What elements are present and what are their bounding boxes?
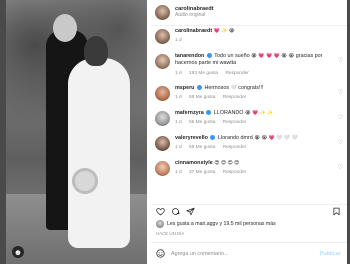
avatar[interactable] <box>155 5 170 20</box>
comment-text: tanarendon Todo un sueño 😭 💗 💗 💗 😭 😭 gra… <box>175 53 337 68</box>
post-audio[interactable]: Audio original <box>175 12 214 19</box>
comment-icon[interactable] <box>171 207 180 216</box>
comment-time: 1 d <box>175 119 182 125</box>
verified-badge-icon <box>206 53 212 59</box>
comment-emojis: 😭 💗 ✨ ✨ <box>244 109 274 116</box>
comment-item: cinnamonstyle 😍 😍 😍 😍 1 d 37 Me gusta Re… <box>155 160 347 176</box>
comment-body: valeryrevello Llorando dmrd 😭 😭 💗 🤍 🤍 🤍 … <box>175 135 337 150</box>
comment-text: carolinabraedt 💗 ✨ 😭 <box>175 28 337 35</box>
reply-button[interactable]: Responder <box>223 145 246 150</box>
comment-meta: 1 d 193 Me gusta Responder <box>175 71 337 76</box>
heart-icon[interactable]: ♡ <box>338 89 343 96</box>
comment-time: 1 d <box>175 70 182 76</box>
avatar[interactable] <box>155 160 170 176</box>
avatar[interactable] <box>155 135 170 151</box>
comment-username[interactable]: cinnamonstyle <box>175 160 213 166</box>
add-comment-bar: Publicar <box>151 242 347 264</box>
comment-content-2: congrats!!! <box>238 84 264 91</box>
comment-emojis: 😍 😍 😍 😍 <box>214 159 240 166</box>
heart-icon[interactable]: ♡ <box>338 164 343 171</box>
comment-text: mafernzyra LLORANDO 😭 💗 ✨ ✨ <box>175 110 337 117</box>
post-header-text: carolinabraedt Audio original <box>175 6 214 18</box>
comment-emojis: 😭 😭 💗 🤍 🤍 🤍 <box>254 134 298 141</box>
reply-button[interactable]: Responder <box>223 170 246 175</box>
comment-body: cinnamonstyle 😍 😍 😍 😍 1 d 37 Me gusta Re… <box>175 160 337 175</box>
avatar[interactable] <box>155 54 170 69</box>
post-details-panel: carolinabraedt Audio original carolinabr… <box>151 0 347 264</box>
comment-time: 1 d <box>175 144 182 150</box>
reply-button[interactable]: Responder <box>223 95 246 100</box>
comment-text: msperu Hermosos 🤍 congrats!!! <box>175 85 337 92</box>
comment-likes[interactable]: 58 Me gusta <box>189 95 215 100</box>
likes-text: Les gusta a mari.aggv y 19,5 mil persona… <box>167 221 276 227</box>
comment-body: carolinabraedt 💗 ✨ 😭 1 d <box>175 28 337 43</box>
comment-body: tanarendon Todo un sueño 😭 💗 💗 💗 😭 😭 gra… <box>175 53 337 76</box>
comment-item: valeryrevello Llorando dmrd 😭 😭 💗 🤍 🤍 🤍 … <box>155 135 347 151</box>
comment-item: msperu Hermosos 🤍 congrats!!! 1 d 58 Me … <box>155 85 347 101</box>
comment-input[interactable] <box>171 250 311 257</box>
comment-time: 1 d <box>175 38 182 44</box>
share-icon[interactable] <box>186 207 195 216</box>
avatar[interactable] <box>155 85 170 101</box>
comment-text: valeryrevello Llorando dmrd 😭 😭 💗 🤍 🤍 🤍 <box>175 135 337 142</box>
photo-bouquet <box>72 168 98 194</box>
likes-summary[interactable]: Les gusta a mari.aggv y 19,5 mil persona… <box>156 220 276 228</box>
comment-item: mafernzyra LLORANDO 😭 💗 ✨ ✨ 1 d 56 Me gu… <box>155 110 347 126</box>
comment-username[interactable]: valeryrevello <box>175 135 208 141</box>
verified-badge-icon <box>210 134 216 140</box>
comment-content: LLORANDO <box>213 109 244 116</box>
avatar[interactable] <box>155 110 170 126</box>
avatar[interactable] <box>155 29 170 44</box>
comment-meta: 1 d 58 Me gusta Responder <box>175 95 337 100</box>
action-bar <box>151 204 347 218</box>
heart-icon[interactable]: ♡ <box>338 57 343 64</box>
comment-item: tanarendon Todo un sueño 😭 💗 💗 💗 😭 😭 gra… <box>155 53 347 76</box>
comment-body: mafernzyra LLORANDO 😭 💗 ✨ ✨ 1 d 56 Me gu… <box>175 110 337 125</box>
comment-content: Hermosos <box>204 84 230 91</box>
comment-time: 1 d <box>175 169 182 175</box>
bookmark-icon[interactable] <box>332 207 341 216</box>
comment-likes[interactable]: 193 Me gusta <box>189 71 218 76</box>
photo-bride <box>68 58 130 248</box>
comment-username[interactable]: mafernzyra <box>175 110 204 116</box>
publish-button[interactable]: Publicar <box>320 251 341 257</box>
comment-time: 1 d <box>175 94 182 100</box>
emoji-icon[interactable] <box>156 249 165 258</box>
user-tag-icon[interactable]: ☻ <box>12 246 24 258</box>
comments-list: carolinabraedt 💗 ✨ 😭 1 d tanarendon Todo… <box>151 28 347 204</box>
photo-groom-head <box>53 14 77 42</box>
comment-emojis: 🤍 <box>230 84 237 91</box>
comment-likes[interactable]: 37 Me gusta <box>189 170 215 175</box>
instagram-post-modal: ☻ carolinabraedt Audio original carolina… <box>0 0 350 264</box>
comment-meta: 1 d 55 Me gusta Responder <box>175 145 337 150</box>
comment-meta: 1 d 37 Me gusta Responder <box>175 170 337 175</box>
comment-likes[interactable]: 56 Me gusta <box>189 120 215 125</box>
comment-content: Llorando dmrd <box>217 134 253 141</box>
comment-text: cinnamonstyle 😍 😍 😍 😍 <box>175 160 337 167</box>
comment-item: carolinabraedt 💗 ✨ 😭 1 d <box>155 28 347 44</box>
photo-bride-head <box>84 36 108 66</box>
comment-meta: 1 d <box>175 38 337 43</box>
comment-body: msperu Hermosos 🤍 congrats!!! 1 d 58 Me … <box>175 85 337 100</box>
verified-badge-icon <box>196 84 202 90</box>
comment-content: Todo un sueño <box>214 53 250 59</box>
comment-username[interactable]: tanarendon <box>175 53 204 59</box>
heart-icon[interactable]: ♡ <box>338 114 343 121</box>
post-photo[interactable]: ☻ <box>6 0 147 264</box>
verified-badge-icon <box>206 109 212 115</box>
post-time: Hace un día <box>156 231 185 236</box>
heart-icon[interactable]: ♡ <box>338 139 343 146</box>
heart-icon[interactable] <box>156 207 165 216</box>
comment-emojis: 😭 💗 💗 💗 😭 😭 <box>251 53 295 59</box>
post-header: carolinabraedt Audio original <box>151 0 347 26</box>
comment-username[interactable]: msperu <box>175 85 194 91</box>
comment-likes[interactable]: 55 Me gusta <box>189 145 215 150</box>
reply-button[interactable]: Responder <box>223 120 246 125</box>
avatar <box>156 220 164 228</box>
comment-username[interactable]: carolinabraedt <box>175 28 212 34</box>
reply-button[interactable]: Responder <box>225 71 248 76</box>
comment-meta: 1 d 56 Me gusta Responder <box>175 120 337 125</box>
comment-emojis: 💗 ✨ 😭 <box>213 28 235 34</box>
